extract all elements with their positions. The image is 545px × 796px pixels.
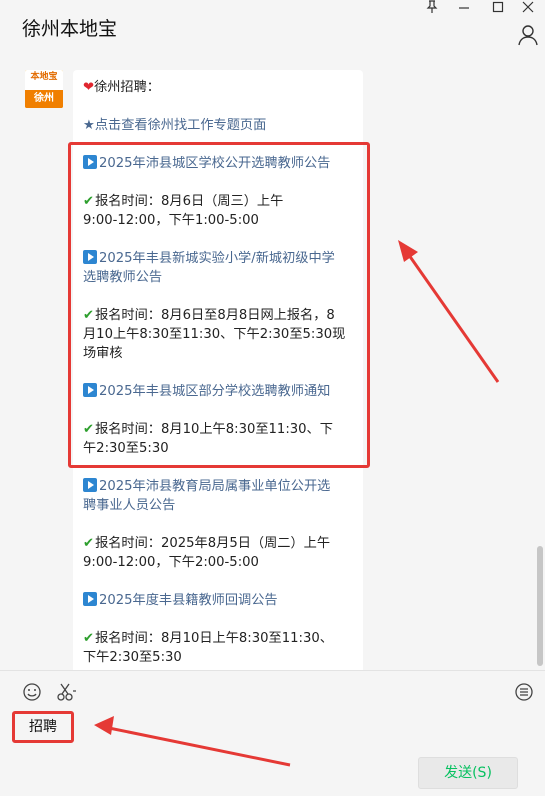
play-icon: [83, 478, 97, 492]
recruit-link-5[interactable]: 2025年度丰县籍教师回调公告: [83, 591, 359, 610]
recruit-info-5-line2: 下午2:30至5:30: [83, 650, 182, 665]
emoji-icon[interactable]: [22, 682, 44, 704]
highlight-box: [68, 142, 370, 468]
scissors-icon[interactable]: [56, 682, 78, 704]
recruit-link-4[interactable]: 2025年沛县教育局局属事业单位公开选: [83, 477, 359, 496]
minimize-icon[interactable]: [452, 0, 476, 20]
scrollbar[interactable]: [537, 546, 543, 666]
recruit-info-4: ✔报名时间：2025年8月5日（周二）上午: [83, 536, 331, 551]
message-input[interactable]: 招聘: [12, 711, 74, 743]
input-area[interactable]: 招聘 发送(S): [0, 670, 545, 796]
send-button[interactable]: 发送(S): [418, 757, 518, 789]
recruit-link-4-line2[interactable]: 聘事业人员公告: [83, 496, 359, 515]
check-icon: ✔: [83, 536, 95, 551]
play-icon: [83, 592, 97, 606]
close-icon[interactable]: [516, 0, 540, 20]
avatar-bottom-text: 徐州: [25, 90, 63, 108]
topic-page-link[interactable]: ★点击查看徐州找工作专题页面: [83, 116, 359, 135]
chat-title: 徐州本地宝: [22, 18, 118, 40]
chat-info-icon[interactable]: [517, 24, 541, 48]
chat-history-icon[interactable]: [514, 682, 536, 704]
avatar[interactable]: 本地宝 徐州: [25, 70, 63, 108]
heart-icon: ❤: [83, 80, 95, 95]
title-bar: 徐州本地宝: [0, 0, 545, 56]
recruit-info-5: ✔报名时间：8月10日上午8:30至11:30、: [83, 631, 333, 646]
maximize-icon[interactable]: [486, 0, 510, 20]
check-icon: ✔: [83, 631, 95, 646]
message-header: ❤徐州招聘：: [83, 80, 160, 95]
avatar-top-text: 本地宝: [25, 70, 63, 90]
recruit-info-4-line2: 9:00-12:00，下午2:00-5:00: [83, 555, 259, 570]
pin-icon[interactable]: [420, 0, 444, 20]
